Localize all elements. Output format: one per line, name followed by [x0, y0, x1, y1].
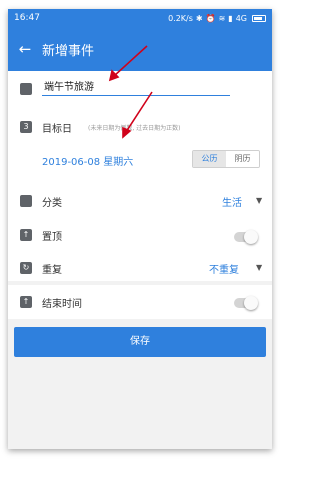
- calendar-icon: 3: [20, 121, 32, 133]
- target-date-hint: (未来日期为倒数, 过去日期为正数): [88, 125, 181, 132]
- chevron-down-icon[interactable]: ▼: [256, 263, 262, 272]
- pin-top-label: 置顶: [42, 232, 62, 243]
- save-button[interactable]: 保存: [14, 327, 266, 357]
- repeat-label: 重复: [42, 265, 62, 276]
- briefcase-icon: [20, 83, 32, 95]
- lunar-calendar-option[interactable]: 阴历: [226, 151, 259, 167]
- network-speed: 0.2K/s: [168, 13, 193, 23]
- calendar-type-toggle: 公历 阴历: [192, 150, 260, 168]
- app-bar: ← 新增事件: [8, 27, 272, 71]
- end-time-icon: ↑: [20, 296, 32, 308]
- phone-screen: 16:47 0.2K/s ✱ ⏰ ≋ ▮ 4G ← 新增事件 3 目标日 (未来…: [8, 9, 272, 449]
- toggle-knob: [244, 230, 258, 244]
- back-arrow-icon[interactable]: ←: [8, 40, 42, 58]
- event-name-row: [8, 71, 272, 107]
- target-date-value[interactable]: 2019-06-08 星期六: [42, 153, 133, 168]
- battery-icon: [252, 14, 266, 22]
- signal-icon: ▮: [228, 13, 233, 23]
- category-label: 分类: [42, 198, 62, 209]
- toggle-knob: [244, 296, 258, 310]
- end-time-toggle[interactable]: [234, 296, 258, 310]
- status-time: 16:47: [14, 13, 40, 23]
- bluetooth-icon: ✱: [195, 13, 203, 23]
- status-icons: 0.2K/s ✱ ⏰ ≋ ▮ 4G: [168, 14, 266, 23]
- repeat-value[interactable]: 不重复: [209, 261, 239, 276]
- repeat-icon: ↻: [20, 262, 32, 274]
- target-date-row: 3 目标日 (未来日期为倒数, 过去日期为正数) 2019-06-08 星期六 …: [8, 115, 272, 175]
- category-value[interactable]: 生活: [222, 194, 242, 209]
- end-time-row: ↑ 结束时间: [8, 285, 272, 319]
- network-type: 4G: [235, 13, 247, 23]
- event-form-card: 3 目标日 (未来日期为倒数, 过去日期为正数) 2019-06-08 星期六 …: [8, 71, 272, 281]
- event-name-input[interactable]: [42, 76, 230, 96]
- pin-top-toggle[interactable]: [234, 230, 258, 244]
- pin-top-icon: ↑: [20, 229, 32, 241]
- folder-icon: [20, 195, 32, 207]
- wifi-icon: ≋: [218, 13, 226, 23]
- status-bar: 16:47 0.2K/s ✱ ⏰ ≋ ▮ 4G: [8, 9, 272, 27]
- pin-top-row: ↑ 置顶: [8, 221, 272, 249]
- end-time-card: ↑ 结束时间: [8, 285, 272, 319]
- page-title: 新增事件: [42, 43, 95, 59]
- target-date-label: 目标日: [42, 124, 72, 135]
- chevron-down-icon[interactable]: ▼: [256, 196, 262, 205]
- solar-calendar-option[interactable]: 公历: [193, 151, 226, 167]
- end-time-label: 结束时间: [42, 299, 82, 310]
- alarm-icon: ⏰: [205, 13, 216, 23]
- repeat-row[interactable]: ↻ 重复 不重复 ▼: [8, 255, 272, 281]
- category-row[interactable]: 分类 生活 ▼: [8, 187, 272, 215]
